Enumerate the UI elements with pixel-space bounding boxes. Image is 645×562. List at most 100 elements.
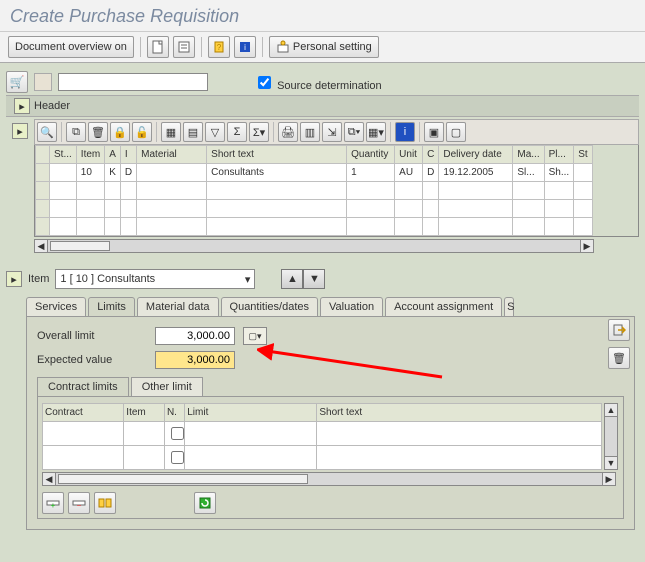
grid-cell[interactable]: [347, 182, 395, 200]
views-icon[interactable]: ▥: [300, 122, 320, 142]
grid-cell[interactable]: [423, 200, 439, 218]
tab-material-data[interactable]: Material data: [137, 297, 219, 316]
find-row-icon[interactable]: [94, 492, 116, 514]
export-icon[interactable]: ⇲: [322, 122, 342, 142]
scroll-left-icon[interactable]: ◀: [34, 239, 48, 253]
info2-icon[interactable]: i: [395, 122, 415, 142]
item-select-dropdown[interactable]: 1 [ 10 ] Consultants ▾: [55, 269, 255, 289]
subgrid-scroll-up-icon[interactable]: ▲: [604, 403, 618, 417]
grid-hscroll[interactable]: ◀ ▶: [34, 239, 594, 253]
grid-cell[interactable]: [105, 200, 121, 218]
grid-cell[interactable]: [574, 200, 592, 218]
grid-cell[interactable]: [50, 182, 77, 200]
grid-cell[interactable]: [50, 164, 77, 182]
detail-icon[interactable]: ▦: [161, 122, 181, 142]
services-icon[interactable]: ▤: [183, 122, 203, 142]
grid-cell[interactable]: [347, 218, 395, 236]
subgrid-checkbox[interactable]: [171, 427, 184, 440]
grid-cell[interactable]: K: [105, 164, 121, 182]
subgrid-cell[interactable]: [43, 446, 124, 470]
layout-icon[interactable]: ▦▾: [366, 122, 386, 142]
subgrid-header[interactable]: Limit: [185, 404, 317, 422]
cart-type-field[interactable]: [34, 73, 52, 91]
subgrid-checkbox[interactable]: [171, 451, 184, 464]
grid-cell[interactable]: Sl...: [513, 164, 544, 182]
grid-cell[interactable]: [513, 218, 544, 236]
subgrid-header[interactable]: Short text: [317, 404, 602, 422]
grid-cell[interactable]: 1: [347, 164, 395, 182]
grid-expand-icon[interactable]: ▸: [12, 123, 28, 139]
grid-cell[interactable]: [207, 182, 347, 200]
find-icon[interactable]: 🔍: [37, 122, 57, 142]
subgrid-scroll-right-icon[interactable]: ▶: [602, 472, 616, 486]
grid-header[interactable]: Short text: [207, 146, 347, 164]
grid-cell[interactable]: [439, 218, 513, 236]
grid-header[interactable]: A: [105, 146, 121, 164]
grid-cell[interactable]: [76, 182, 104, 200]
grid-cell[interactable]: [105, 218, 121, 236]
exit-icon[interactable]: [608, 319, 630, 341]
grid-cell[interactable]: [207, 218, 347, 236]
grid-cell[interactable]: [423, 218, 439, 236]
sum-menu-icon[interactable]: Σ▾: [249, 122, 269, 142]
grid-cell[interactable]: [76, 200, 104, 218]
item-expand-icon[interactable]: ▸: [6, 271, 22, 287]
tab-limits[interactable]: Limits: [88, 297, 135, 316]
subtab-other-limit[interactable]: Other limit: [131, 377, 203, 396]
info-icon[interactable]: i: [234, 36, 256, 58]
filter-icon[interactable]: ▽: [205, 122, 225, 142]
grid-header[interactable]: I: [120, 146, 136, 164]
subgrid-scroll-down-icon[interactable]: ▼: [604, 456, 618, 470]
grid-cell[interactable]: [137, 182, 207, 200]
grid-header[interactable]: Delivery date: [439, 146, 513, 164]
copy-icon[interactable]: ⧉: [66, 122, 86, 142]
grid-header[interactable]: Ma...: [513, 146, 544, 164]
overall-limit-input[interactable]: [155, 327, 235, 345]
grid-cell[interactable]: [544, 182, 574, 200]
grid-cell[interactable]: [137, 200, 207, 218]
tab-account-assignment[interactable]: Account assignment: [385, 297, 502, 316]
notes-icon[interactable]: [173, 36, 195, 58]
grid-cell[interactable]: [439, 182, 513, 200]
grid-cell[interactable]: D: [120, 164, 136, 182]
remove-row-icon[interactable]: −: [68, 492, 90, 514]
grid-cell[interactable]: [574, 164, 592, 182]
subgrid-cell[interactable]: [317, 446, 602, 470]
grid-header[interactable]: Quantity: [347, 146, 395, 164]
grid-header[interactable]: St: [574, 146, 592, 164]
grid-header[interactable]: Material: [137, 146, 207, 164]
grid-cell[interactable]: [207, 200, 347, 218]
grid-cell[interactable]: [574, 218, 592, 236]
item-prev-button[interactable]: ▲: [281, 269, 303, 289]
grid-header[interactable]: Pl...: [544, 146, 574, 164]
grid-cell[interactable]: [395, 200, 423, 218]
delete-icon[interactable]: 🗑: [88, 122, 108, 142]
subgrid-cell[interactable]: [124, 446, 165, 470]
grid-cell[interactable]: [395, 218, 423, 236]
grid-cell[interactable]: [120, 182, 136, 200]
grid-cell[interactable]: [137, 218, 207, 236]
subgrid-cell[interactable]: [185, 422, 317, 446]
grid-header[interactable]: Item: [76, 146, 104, 164]
item-next-button[interactable]: ▼: [303, 269, 325, 289]
subgrid-cell[interactable]: [124, 422, 165, 446]
grid-cell[interactable]: [513, 200, 544, 218]
sum-icon[interactable]: Σ: [227, 122, 247, 142]
subgrid-header[interactable]: Contract: [43, 404, 124, 422]
grid-cell[interactable]: [544, 218, 574, 236]
grid-cell[interactable]: AU: [395, 164, 423, 182]
tab-quantities-dates[interactable]: Quantities/dates: [221, 297, 319, 316]
grid-cell[interactable]: [50, 200, 77, 218]
subgrid-cell[interactable]: [164, 422, 184, 446]
grid-cell[interactable]: [105, 182, 121, 200]
cart-icon[interactable]: [6, 71, 28, 93]
print-icon[interactable]: 🖨: [278, 122, 298, 142]
header-expand-icon[interactable]: ▸: [14, 98, 30, 114]
deselect-all-icon[interactable]: ▢: [446, 122, 466, 142]
doc-overview-button[interactable]: Document overview on: [8, 36, 134, 58]
create-icon[interactable]: [147, 36, 169, 58]
grid-header[interactable]: C: [423, 146, 439, 164]
grid-cell[interactable]: [439, 200, 513, 218]
select-all-icon[interactable]: ▣: [424, 122, 444, 142]
grid-header[interactable]: Unit: [395, 146, 423, 164]
